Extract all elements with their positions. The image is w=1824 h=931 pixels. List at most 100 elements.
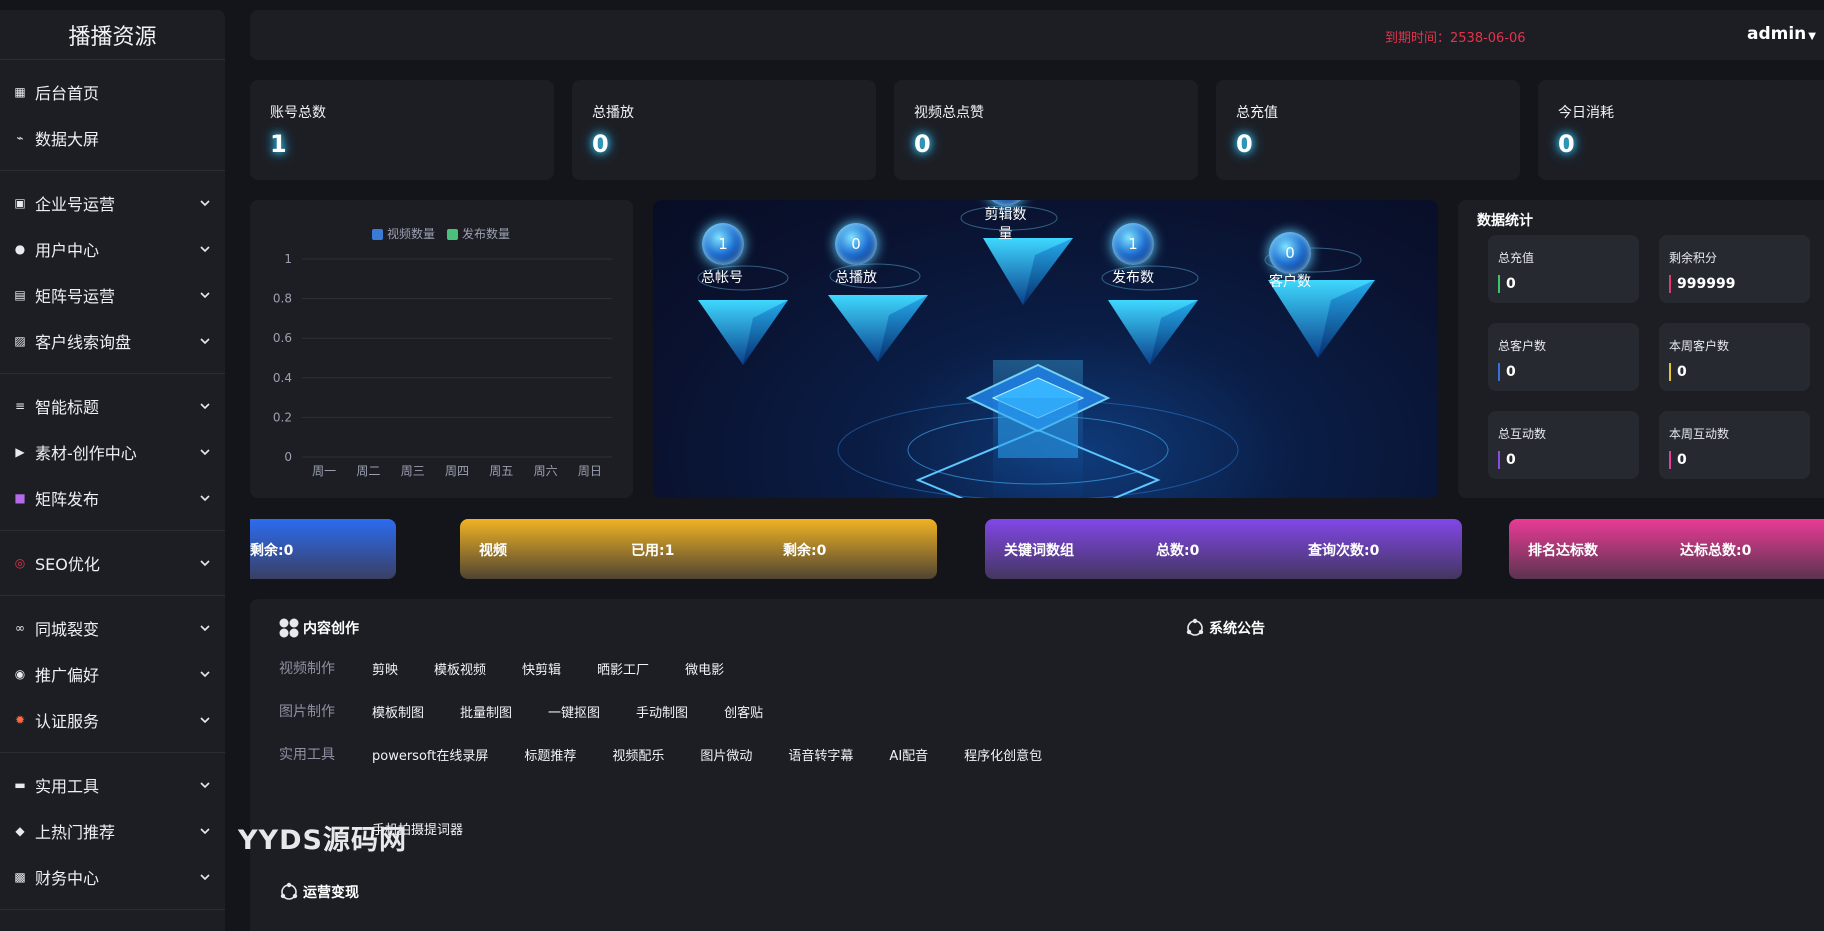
tool-link[interactable]: 语音转字幕 (788, 745, 853, 764)
stat-value: 1 (270, 130, 287, 158)
x-tick-label: 周四 (445, 464, 469, 478)
tool-link[interactable]: 晒影工厂 (597, 659, 649, 678)
tool-link[interactable]: 模板制图 (372, 702, 424, 721)
x-tick-label: 周日 (578, 464, 602, 478)
stat-card-plays: 总播放 0 (572, 80, 876, 180)
tool-link[interactable]: 手动制图 (636, 702, 688, 721)
menu-group: ◎ SEO优化 (0, 531, 225, 596)
sidebar-item[interactable]: ◎ SEO优化 (0, 540, 225, 586)
tool-link[interactable]: 快剪辑 (522, 659, 561, 678)
sidebar-item-label: 实用工具 (35, 777, 100, 796)
tool-link[interactable]: 图片微动 (700, 745, 752, 764)
hero-illustration (697, 205, 1375, 498)
mini-stat-value: 0 (1498, 363, 1629, 381)
sidebar-item[interactable]: ✹ 认证服务 (0, 697, 225, 743)
sidebar-item[interactable]: ▬ 实用工具 (0, 762, 225, 808)
quota-banner-video[interactable]: 视频 已用:1 剩余:0 (460, 519, 937, 579)
tool-row: 视频制作 剪映 模板视频 快剪辑 晒影工厂 微电影 (279, 658, 760, 678)
sidebar-item-label: 推广偏好 (35, 666, 100, 685)
panel-title: 数据统计 (1477, 213, 1533, 229)
tool-link[interactable]: 剪映 (372, 659, 398, 678)
sidebar-item[interactable]: ◉ 推广偏好 (0, 651, 225, 697)
chevron-down-icon (200, 246, 210, 253)
quota-banner-ranking[interactable]: 排名达标数 达标总数:0 (1509, 519, 1824, 579)
x-tick-label: 周二 (356, 464, 380, 478)
stat-title: 总播放 (592, 105, 634, 121)
sidebar-item[interactable]: ▩ 财务中心 (0, 854, 225, 900)
archive-icon: ▩ (14, 870, 26, 884)
quota-banner-keywords[interactable]: 关键词数组 总数:0 查询次数:0 (985, 519, 1462, 579)
sidebar-item[interactable]: ◆ 上热门推荐 (0, 808, 225, 854)
weekly-chart-card: 视频数量 发布数量 1 0.8 0.6 0.4 0.2 0 周一 周二 周三 周四 周五 周六 周日 (250, 200, 633, 498)
sidebar-item[interactable]: ▨ 客户线索询盘 (0, 318, 225, 364)
mini-stat-week-customers: 本周客户数 0 (1659, 323, 1810, 391)
watermark: YYDS源码网 (238, 825, 407, 856)
banner-text: 剩余:0 (783, 543, 827, 559)
tool-row-label: 视频制作 (279, 661, 335, 677)
x-tick-label: 周三 (401, 464, 425, 478)
mini-stat-week-interactions: 本周互动数 0 (1659, 411, 1810, 479)
tool-link[interactable]: 程序化创意包 (964, 745, 1042, 764)
node-label-accounts: 总帐号 (701, 270, 743, 286)
tool-link[interactable]: 视频配乐 (612, 745, 664, 764)
y-tick-label: 0.4 (273, 371, 292, 385)
sidebar-item[interactable]: ⌁ 数据大屏 (0, 115, 225, 161)
robot-icon: ◉ (14, 667, 26, 681)
content-creation-card: 内容创作 系统公告 视频制作 剪映 模板视频 快剪辑 晒影工厂 微电影 图片制作 模板制图 批量… (250, 599, 1824, 931)
sidebar-item[interactable]: ▦ 后台首页 (0, 69, 225, 115)
tool-link[interactable]: 标题推荐 (524, 745, 576, 764)
sidebar-item[interactable]: ■ 矩阵发布 (0, 475, 225, 521)
sidebar-item[interactable]: ▤ 矩阵号运营 (0, 272, 225, 318)
cycle-icon (1185, 618, 1205, 638)
sidebar-item[interactable]: ▣ 企业号运营 (0, 180, 225, 226)
sidebar-item-label: 素材-创作中心 (35, 444, 137, 463)
chevron-down-icon (200, 717, 210, 724)
tool-link[interactable]: 模板视频 (434, 659, 486, 678)
mini-stat-value: 0 (1669, 451, 1800, 469)
tool-row: 图片制作 模板制图 批量制图 一键抠图 手动制图 创客贴 (279, 701, 799, 721)
stat-card-accounts: 账号总数 1 (250, 80, 554, 180)
tool-link[interactable]: AI配音 (889, 745, 928, 764)
x-tick-label: 周五 (489, 464, 513, 478)
mini-stat-value: 999999 (1669, 275, 1800, 293)
sidebar-item[interactable]: ▶ 素材-创作中心 (0, 429, 225, 475)
legend-swatch (372, 229, 383, 240)
play-icon: ▶ (15, 445, 25, 459)
building-icon: ▣ (14, 196, 26, 210)
user-menu[interactable]: admin ▼ (1747, 24, 1816, 44)
tool-link[interactable]: 批量制图 (460, 702, 512, 721)
chevron-down-icon (200, 495, 210, 502)
banner-text: 剩余:0 (250, 543, 294, 559)
tool-row: 实用工具 powersoft在线录屏 标题推荐 视频配乐 图片微动 语音转字幕 AI配音 程序… (279, 744, 1078, 764)
tool-link[interactable]: powersoft在线录屏 (372, 745, 488, 764)
stat-title: 今日消耗 (1558, 105, 1614, 121)
node-sphere-publish: 1 (1112, 223, 1154, 265)
sidebar-item[interactable]: ≡ 智能标题 (0, 383, 225, 429)
layers-icon: ≡ (14, 399, 26, 413)
chevron-down-icon (200, 828, 210, 835)
quota-banner-1[interactable]: 剩余:0 (250, 519, 396, 579)
sidebar: 播播资源 ▦ 后台首页 ⌁ 数据大屏 ▣ 企业号运营 ● 用户中心 ▤ 矩阵号运营 ▨ 客户线索询盘 ≡… (0, 10, 225, 931)
legend-label: 发布数量 (462, 226, 510, 241)
y-tick-label: 0.8 (273, 292, 292, 306)
y-tick-label: 0.6 (273, 331, 292, 345)
menu-group: ▦ 后台首页 ⌁ 数据大屏 (0, 60, 225, 171)
weekly-bar-chart: 视频数量 发布数量 1 0.8 0.6 0.4 0.2 0 周一 周二 周三 周四 周五 周六 周日 (273, 226, 612, 478)
sidebar-item[interactable]: ∞ 同城裂变 (0, 605, 225, 651)
stat-value: 0 (592, 130, 609, 158)
chevron-down-icon (200, 782, 210, 789)
sidebar-item-label: 认证服务 (35, 712, 100, 731)
sidebar-item[interactable]: ● 用户中心 (0, 226, 225, 272)
tool-link[interactable]: 微电影 (685, 659, 724, 678)
grid-icon (279, 618, 299, 638)
stat-value: 0 (1236, 130, 1253, 158)
sidebar-item-label: 上热门推荐 (35, 823, 116, 842)
sidebar-item-label: 后台首页 (35, 84, 100, 103)
sidebar-item-label: 数据大屏 (35, 130, 100, 149)
tool-link[interactable]: 创客贴 (724, 702, 763, 721)
mini-stat-total-customers: 总客户数 0 (1488, 323, 1639, 391)
section-announcements: 系统公告 (1185, 618, 1265, 638)
tool-link[interactable]: 一键抠图 (548, 702, 600, 721)
y-tick-label: 0 (284, 450, 292, 464)
stat-title: 总充值 (1236, 105, 1278, 121)
